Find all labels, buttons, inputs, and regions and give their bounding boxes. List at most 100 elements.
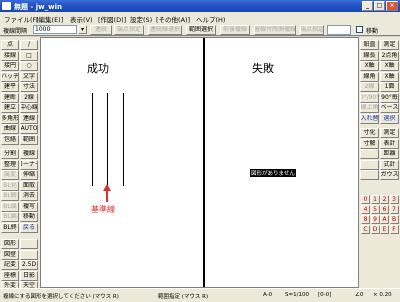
menu-view[interactable]: 表示(V) bbox=[70, 14, 93, 24]
left-tool-18-0[interactable]: 図形 bbox=[1, 239, 19, 249]
move-checkbox[interactable] bbox=[356, 26, 363, 33]
left-tool-4-1[interactable]: 寸法 bbox=[20, 82, 38, 92]
layer-button-5[interactable]: 5 bbox=[370, 205, 380, 214]
menu-edit[interactable]: [編集(E)] bbox=[36, 14, 63, 24]
layer-button-7[interactable]: 7 bbox=[389, 205, 399, 214]
both-sides-copy-button[interactable]: 留線付両側複線 bbox=[254, 25, 296, 35]
right-tool-10-1[interactable]: 距離 bbox=[380, 149, 399, 159]
menu-help[interactable]: ヘルプ(H) bbox=[196, 14, 225, 24]
left-tool-16-1[interactable]: 移動 bbox=[20, 212, 38, 222]
left-tool-15-0[interactable]: BL属 bbox=[1, 201, 19, 212]
left-tool-6-1[interactable]: 中心線 bbox=[20, 103, 38, 113]
left-tool-16-0[interactable]: BL編 bbox=[1, 212, 19, 222]
right-tool-6-1[interactable]: ベース bbox=[380, 103, 399, 113]
left-tool-12-1[interactable]: 伸縮 bbox=[20, 170, 38, 180]
left-tool-10-1[interactable]: 複線 bbox=[20, 149, 38, 159]
continuous-button[interactable]: 連続 bbox=[90, 25, 112, 35]
left-tool-19-0[interactable]: 図登 bbox=[1, 249, 19, 260]
layer-button-A[interactable]: A bbox=[380, 215, 389, 224]
left-tool-20-1[interactable]: 2.5D bbox=[20, 260, 38, 270]
left-tool-2-1[interactable]: ○ bbox=[20, 61, 38, 71]
layer-button-C[interactable]: C bbox=[361, 225, 370, 234]
minimize-button[interactable]: _ bbox=[362, 1, 373, 11]
left-tool-5-0[interactable]: 建断 bbox=[1, 92, 19, 103]
right-tool-11-1[interactable]: 式計 bbox=[380, 159, 399, 170]
left-tool-11-0[interactable]: 整理 bbox=[1, 159, 19, 170]
left-tool-17-0[interactable]: BL終 bbox=[1, 222, 19, 233]
left-tool-8-1[interactable]: AUTO bbox=[20, 124, 38, 134]
layer-button-F[interactable]: F bbox=[389, 225, 399, 234]
right-tool-2-0[interactable]: X軸 bbox=[360, 61, 379, 71]
close-button[interactable]: × bbox=[386, 1, 398, 11]
left-tool-0-1[interactable]: / bbox=[20, 40, 38, 50]
left-tool-14-1[interactable]: 消去 bbox=[20, 191, 38, 201]
spacing-input[interactable]: 1000 bbox=[33, 25, 77, 34]
left-tool-3-1[interactable]: 文字 bbox=[20, 71, 38, 82]
menu-other[interactable]: [その他(A)] bbox=[156, 14, 190, 24]
left-tool-21-1[interactable]: 日影 bbox=[20, 270, 38, 281]
layer-button-2[interactable]: 2 bbox=[380, 195, 389, 204]
range-select-button[interactable]: 範囲選択 bbox=[186, 25, 216, 35]
menu-settings[interactable]: 設定(S) bbox=[130, 14, 152, 24]
left-tool-1-1[interactable]: □ bbox=[20, 50, 38, 61]
right-tool-3-0[interactable]: 線角 bbox=[360, 71, 379, 82]
left-tool-2-0[interactable]: 接円 bbox=[1, 61, 19, 71]
toolbar-dropdown[interactable] bbox=[327, 25, 351, 35]
continuous-select-button[interactable]: 連続線選択 bbox=[148, 25, 182, 35]
right-tool-12-1[interactable]: ガウス bbox=[380, 170, 399, 180]
left-tool-6-0[interactable]: 建立 bbox=[1, 103, 19, 113]
right-tool-12-0[interactable] bbox=[360, 170, 379, 180]
layer-button-B[interactable]: B bbox=[389, 215, 399, 224]
right-tool-8-1[interactable]: 測定 bbox=[380, 128, 399, 138]
right-tool-4-1[interactable]: 1面 bbox=[380, 82, 399, 92]
right-tool-0-1[interactable]: 測定 bbox=[380, 40, 399, 50]
right-tool-9-1[interactable]: 表計 bbox=[380, 138, 399, 149]
menu-file[interactable]: ファイル(F) bbox=[4, 14, 39, 24]
right-tool-7-0[interactable]: 入れ替 bbox=[360, 113, 379, 124]
right-tool-9-0[interactable]: 寸解 bbox=[360, 138, 379, 149]
left-tool-0-0[interactable]: 点 bbox=[1, 40, 19, 50]
layer-button-4[interactable]: 4 bbox=[361, 205, 370, 214]
maximize-button[interactable]: □ bbox=[374, 1, 385, 11]
left-tool-14-0[interactable]: BL解 bbox=[1, 191, 19, 201]
layer-button-9[interactable]: 9 bbox=[370, 215, 380, 224]
endpoint-specify-button[interactable]: 端点指定 bbox=[300, 25, 324, 35]
left-tool-20-0[interactable]: 記変 bbox=[1, 260, 19, 270]
left-tool-13-0[interactable]: BL化 bbox=[1, 180, 19, 191]
right-tool-1-0[interactable]: 線長 bbox=[360, 50, 379, 61]
left-tool-12-0[interactable]: 属変 bbox=[1, 170, 19, 180]
left-tool-5-1[interactable]: 2線 bbox=[20, 92, 38, 103]
left-tool-9-0[interactable]: 包絡 bbox=[1, 134, 19, 145]
left-tool-10-0[interactable]: 分割 bbox=[1, 149, 19, 159]
endpoint-button[interactable]: 端点指定 bbox=[114, 25, 144, 35]
scale-display[interactable]: S=1/100 bbox=[285, 292, 309, 298]
left-tool-11-1[interactable]: コーナー bbox=[20, 159, 38, 170]
left-tool-18-1[interactable] bbox=[20, 239, 38, 249]
left-tool-4-0[interactable]: 建平 bbox=[1, 82, 19, 92]
right-tool-8-0[interactable]: 寸化 bbox=[360, 128, 379, 138]
left-tool-9-1[interactable]: 範囲 bbox=[20, 134, 38, 145]
layer-button-1[interactable]: 1 bbox=[370, 195, 380, 204]
layer-button-6[interactable]: 6 bbox=[380, 205, 389, 214]
right-tool-5-0[interactable]: 0°/90° bbox=[360, 92, 379, 103]
layer-button-D[interactable]: D bbox=[370, 225, 380, 234]
right-tool-4-0[interactable]: 2線 bbox=[360, 82, 379, 92]
right-tool-7-1[interactable]: 選択 bbox=[380, 113, 399, 124]
left-tool-21-0[interactable]: 座標 bbox=[1, 270, 19, 281]
left-tool-8-0[interactable]: 曲線 bbox=[1, 124, 19, 134]
right-tool-5-1[interactable]: 90°毎 bbox=[380, 92, 399, 103]
left-tool-13-1[interactable]: 面取 bbox=[20, 180, 38, 191]
layer-button-E[interactable]: E bbox=[380, 225, 389, 234]
left-tool-19-1[interactable] bbox=[20, 249, 38, 260]
right-tool-6-0[interactable]: 線上角 bbox=[360, 103, 379, 113]
right-tool-10-0[interactable] bbox=[360, 149, 379, 159]
drawing-canvas[interactable]: 成功 失敗 基準線 図形がありません bbox=[40, 37, 359, 288]
spacing-dropdown-button[interactable]: ▾ bbox=[78, 25, 87, 34]
layer-button-8[interactable]: 8 bbox=[361, 215, 370, 224]
right-tool-2-1[interactable]: X軸 bbox=[380, 61, 399, 71]
left-tool-7-1[interactable]: 連線 bbox=[20, 113, 38, 124]
left-tool-3-0[interactable]: ハッチ bbox=[1, 71, 19, 82]
left-tool-15-1[interactable]: 複写 bbox=[20, 201, 38, 212]
layer-button-0[interactable]: 0 bbox=[361, 195, 370, 204]
layer-button-3[interactable]: 3 bbox=[389, 195, 399, 204]
